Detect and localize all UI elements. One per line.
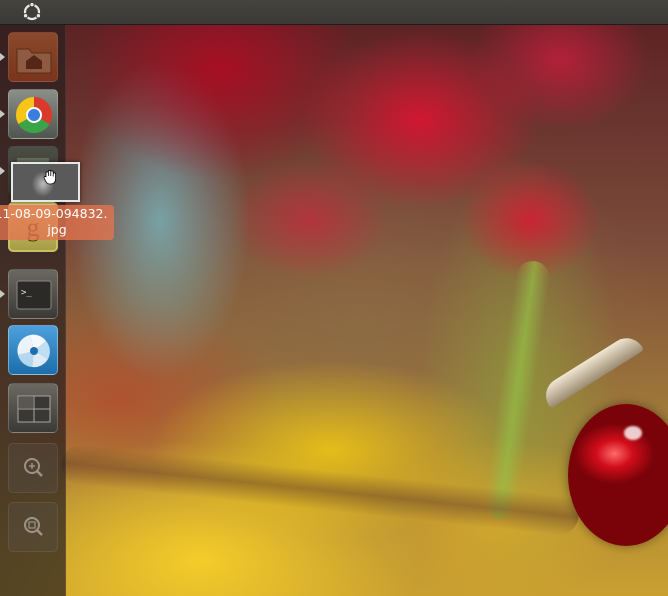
launcher-item-chromium-browser[interactable] xyxy=(8,89,58,139)
running-indicator xyxy=(0,110,5,118)
launcher-item-shotwell[interactable] xyxy=(8,325,58,375)
terminal-prompt: >_ xyxy=(21,288,32,298)
zoom-fit-icon xyxy=(24,517,43,536)
chrome-icon xyxy=(15,96,53,134)
running-indicator xyxy=(0,167,5,175)
drag-filename-line2: jpg xyxy=(47,222,67,237)
terminal-icon: >_ xyxy=(16,280,52,310)
wallpaper-berry-highlight xyxy=(624,426,642,440)
ubuntu-logo-icon[interactable] xyxy=(22,2,42,22)
running-indicator xyxy=(0,53,5,61)
running-indicator xyxy=(0,290,5,298)
grab-hand-cursor-icon xyxy=(43,169,56,185)
top-panel xyxy=(0,0,668,25)
desktop-screen: g >_ xyxy=(0,0,668,596)
launcher-item-home-folder[interactable] xyxy=(8,32,58,82)
zoom-in-icon xyxy=(24,458,43,477)
drag-filename-label: 11-08-09-094832. jpg xyxy=(0,205,114,240)
launcher-item-workspace-switcher[interactable] xyxy=(8,383,58,433)
shotwell-icon xyxy=(17,334,50,368)
launcher-item-zoom-in[interactable] xyxy=(8,443,58,493)
launcher-item-terminal[interactable]: >_ xyxy=(8,269,58,319)
unity-launcher: g >_ xyxy=(0,25,66,596)
home-folder-icon xyxy=(16,48,52,74)
drag-filename-line1: 11-08-09-094832. xyxy=(0,206,108,221)
workspace-switcher-icon xyxy=(17,395,51,423)
launcher-item-zoom-fit[interactable] xyxy=(8,502,58,552)
